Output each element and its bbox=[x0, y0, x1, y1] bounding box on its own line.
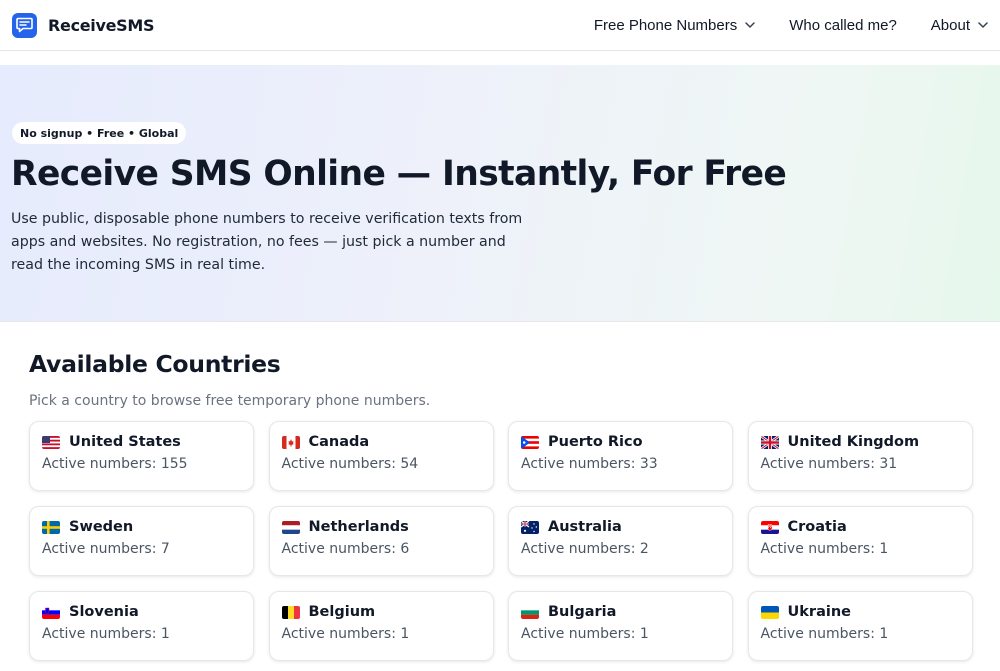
nav-free-phone-numbers[interactable]: Free Phone Numbers bbox=[594, 17, 755, 34]
country-name: Croatia bbox=[787, 519, 847, 535]
active-numbers-count: Active numbers: 1 bbox=[760, 626, 889, 642]
hr-flag-icon bbox=[760, 520, 779, 534]
active-numbers-count: Active numbers: 1 bbox=[760, 541, 889, 557]
countries-subtitle: Pick a country to browse free temporary … bbox=[29, 393, 431, 409]
country-name: Ukraine bbox=[787, 604, 851, 620]
nav-who-called-me[interactable]: Who called me? bbox=[789, 17, 897, 34]
au-flag-icon bbox=[521, 520, 539, 534]
chevron-down-icon bbox=[978, 22, 988, 28]
chevron-down-icon bbox=[745, 22, 755, 28]
country-name: Australia bbox=[548, 519, 622, 535]
be-flag-icon bbox=[281, 605, 300, 619]
country-card-bulgaria[interactable]: Bulgaria Active numbers: 1 bbox=[508, 591, 733, 661]
nav-label: Who called me? bbox=[789, 16, 897, 34]
country-card-australia[interactable]: Australia Active numbers: 2 bbox=[508, 506, 733, 576]
country-name: United Kingdom bbox=[787, 434, 920, 450]
country-name: Netherlands bbox=[308, 519, 409, 535]
country-card-netherlands[interactable]: Netherlands Active numbers: 6 bbox=[268, 506, 494, 576]
country-card-sweden[interactable]: Sweden Active numbers: 7 bbox=[29, 506, 254, 576]
country-card-ukraine[interactable]: Ukraine Active numbers: 1 bbox=[747, 591, 973, 661]
active-numbers-count: Active numbers: 2 bbox=[521, 541, 649, 557]
countries-title: Available Countries bbox=[29, 350, 281, 378]
se-flag-icon bbox=[42, 520, 60, 534]
active-numbers-count: Active numbers: 31 bbox=[760, 456, 898, 472]
country-name: Bulgaria bbox=[548, 604, 617, 620]
country-name: Puerto Rico bbox=[548, 434, 643, 450]
nl-flag-icon bbox=[281, 520, 300, 534]
active-numbers-count: Active numbers: 1 bbox=[521, 626, 649, 642]
si-flag-icon bbox=[42, 605, 60, 619]
active-numbers-count: Active numbers: 7 bbox=[42, 541, 170, 557]
brand-name: ReceiveSMS bbox=[48, 15, 155, 35]
active-numbers-count: Active numbers: 155 bbox=[42, 456, 188, 472]
main-nav: Free Phone Numbers Who called me? About bbox=[560, 17, 988, 34]
bg-flag-icon bbox=[521, 605, 539, 619]
country-card-puerto-rico[interactable]: Puerto Rico Active numbers: 33 bbox=[508, 421, 733, 491]
country-card-slovenia[interactable]: Slovenia Active numbers: 1 bbox=[29, 591, 254, 661]
country-name: Canada bbox=[308, 434, 370, 450]
pr-flag-icon bbox=[521, 435, 539, 449]
country-card-croatia[interactable]: Croatia Active numbers: 1 bbox=[747, 506, 973, 576]
site-header: ReceiveSMS Free Phone Numbers Who called… bbox=[0, 0, 1000, 51]
chat-bubble-icon bbox=[12, 12, 37, 38]
country-name: Slovenia bbox=[69, 604, 139, 620]
country-card-united-states[interactable]: United States Active numbers: 155 bbox=[29, 421, 254, 491]
ca-flag-icon bbox=[281, 435, 300, 449]
active-numbers-count: Active numbers: 54 bbox=[281, 456, 419, 472]
active-numbers-count: Active numbers: 1 bbox=[281, 626, 410, 642]
feature-badge: No signup • Free • Global bbox=[12, 122, 187, 144]
active-numbers-count: Active numbers: 1 bbox=[42, 626, 170, 642]
hero-description: Use public, disposable phone numbers to … bbox=[11, 211, 523, 273]
active-numbers-count: Active numbers: 6 bbox=[281, 541, 410, 557]
country-name: United States bbox=[69, 434, 181, 450]
active-numbers-count: Active numbers: 33 bbox=[521, 456, 658, 472]
country-card-united-kingdom[interactable]: United Kingdom Active numbers: 31 bbox=[747, 421, 973, 491]
country-grid: United States Active numbers: 155 Canada… bbox=[29, 421, 973, 661]
country-name: Belgium bbox=[308, 604, 376, 620]
hero-title: Receive SMS Online — Instantly, For Free bbox=[11, 154, 787, 194]
us-flag-icon bbox=[42, 435, 60, 449]
brand-link[interactable]: ReceiveSMS bbox=[12, 12, 155, 38]
nav-label: About bbox=[930, 16, 970, 34]
gb-flag-icon bbox=[760, 435, 779, 449]
ua-flag-icon bbox=[760, 605, 779, 619]
country-name: Sweden bbox=[69, 519, 134, 535]
nav-label: Free Phone Numbers bbox=[593, 16, 738, 34]
country-card-canada[interactable]: Canada Active numbers: 54 bbox=[268, 421, 494, 491]
hero-section: No signup • Free • Global Receive SMS On… bbox=[0, 65, 1000, 322]
nav-about[interactable]: About bbox=[931, 17, 988, 34]
country-card-belgium[interactable]: Belgium Active numbers: 1 bbox=[268, 591, 494, 661]
